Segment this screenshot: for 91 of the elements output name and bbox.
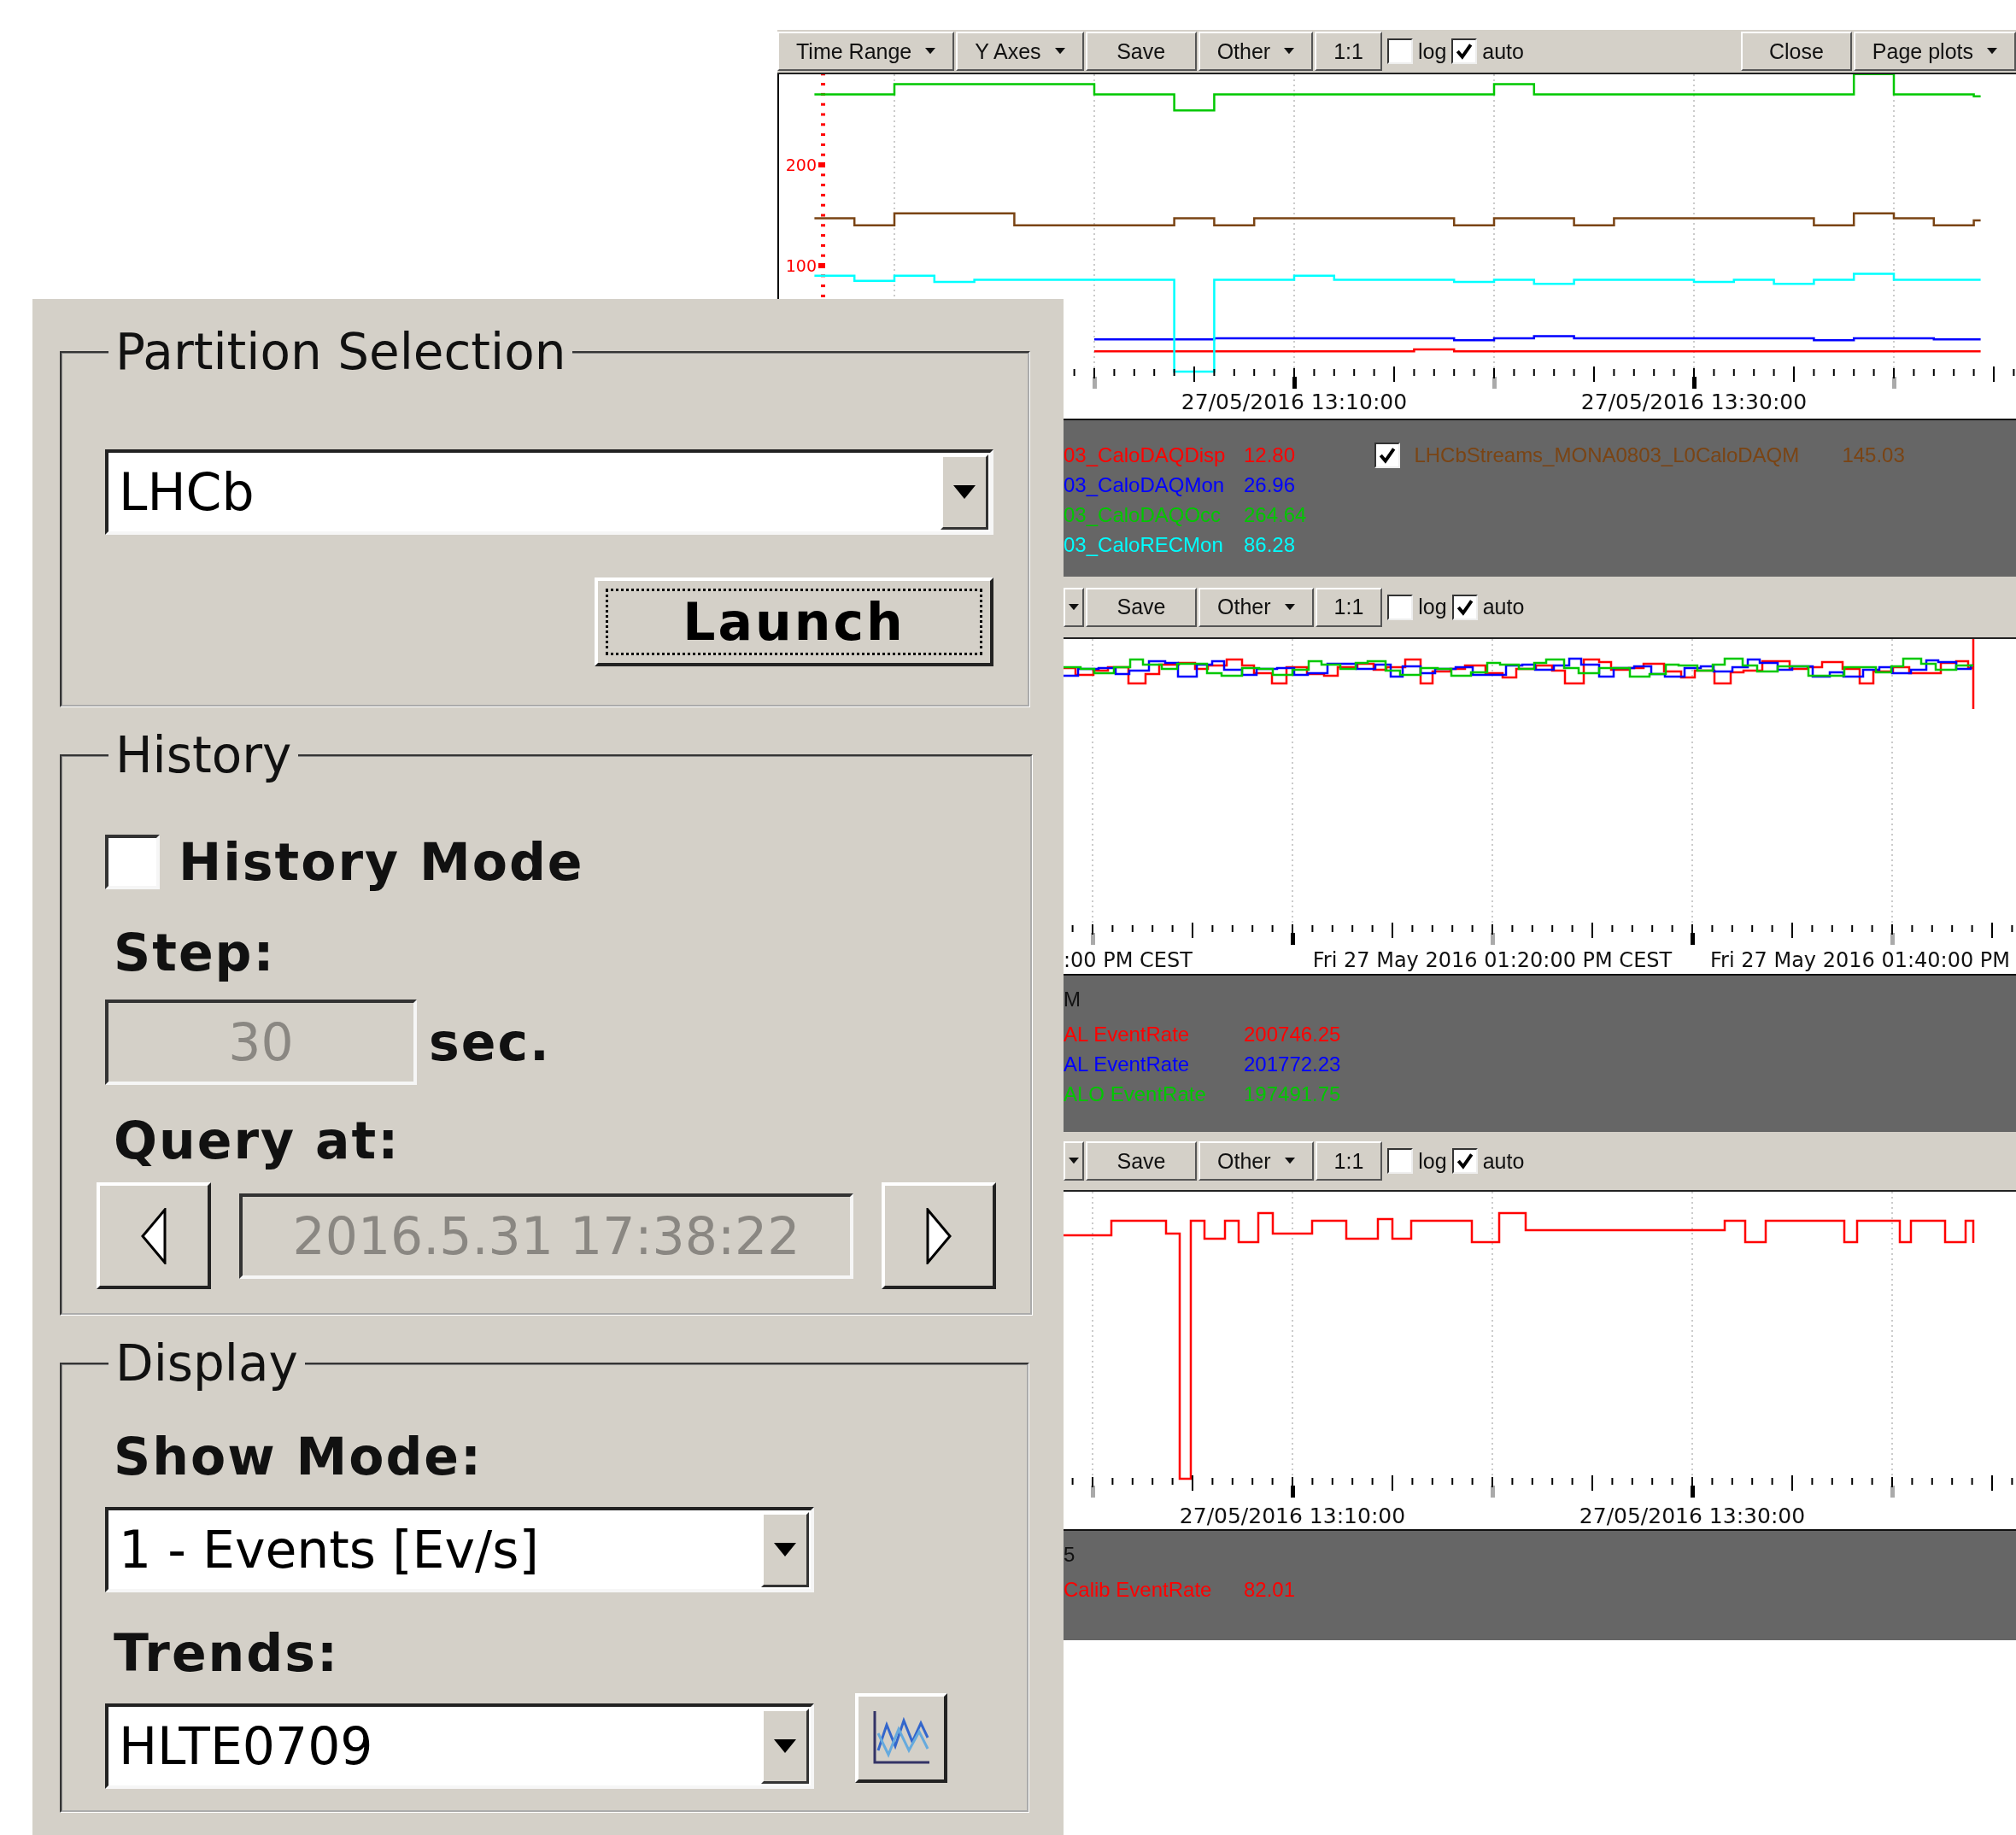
dropdown-button[interactable]: Other	[1198, 32, 1314, 71]
axis-label: 27/05/2016 13:10:00	[1181, 390, 1408, 414]
toolbar-button[interactable]: 1:1	[1315, 587, 1383, 627]
axis-label: Fri 27 May 2016 01:20:00 PM CEST	[1312, 948, 1673, 972]
check-icon	[1455, 1152, 1474, 1170]
axis-label: 200	[785, 155, 817, 174]
dropdown-button[interactable]	[1064, 1141, 1084, 1181]
dropdown-button[interactable]: Other	[1198, 587, 1314, 627]
checkbox[interactable]	[105, 835, 160, 889]
legend-value: 82.01	[1244, 1577, 1296, 1602]
show-mode-dropdown[interactable]: 1 - Events [Ev/s]	[105, 1507, 814, 1592]
partition-dropdown[interactable]: LHCb	[105, 449, 993, 535]
checkbox[interactable]	[1374, 442, 1401, 468]
field-label: Step:	[114, 923, 277, 982]
dropdown-arrow-icon	[953, 485, 976, 499]
legend-name: 03_CaloDAQMon	[1064, 472, 1226, 497]
legend-name: 03_CaloDAQDisp	[1064, 443, 1227, 467]
group-title: Partition Selection	[114, 323, 567, 381]
toolbar-button[interactable]: 1:1	[1315, 32, 1382, 71]
legend-name: 03_CaloDAQOcc	[1064, 502, 1222, 527]
next-button[interactable]	[882, 1182, 996, 1289]
legend-value: 86.28	[1244, 532, 1297, 557]
legend-name: Calib EventRate	[1064, 1577, 1213, 1602]
caret-icon	[1987, 48, 1997, 55]
unit-label: sec.	[429, 1012, 551, 1072]
check-icon	[1378, 445, 1398, 465]
legend-title: 5	[1064, 1543, 1076, 1567]
axis-label: 27/05/2016 13:30:00	[1580, 390, 1808, 414]
dropdown-button[interactable]: Other	[1198, 1141, 1314, 1181]
field-label: Query at:	[114, 1111, 401, 1170]
caret-icon	[925, 48, 936, 55]
legend-title: M	[1064, 988, 1081, 1011]
group-title: Display	[114, 1334, 299, 1392]
axis-label: :00 PM CEST	[1064, 948, 1193, 972]
checkbox[interactable]	[1387, 1148, 1414, 1174]
toolbar-button[interactable]: Save	[1086, 1141, 1197, 1181]
legend-value: 26.96	[1244, 472, 1297, 497]
checkbox-label: log	[1417, 38, 1447, 64]
caret-icon	[1284, 603, 1295, 611]
launch-button[interactable]: Launch	[595, 577, 993, 666]
caret-icon	[1054, 48, 1065, 55]
axis-label: 100	[785, 256, 817, 275]
toolbar-button[interactable]: Save	[1085, 32, 1197, 71]
caret-icon	[1069, 1158, 1079, 1164]
caret-icon	[1284, 48, 1295, 55]
legend-name: LHCbStreams_MONA0803_L0CaloDAQM	[1414, 443, 1801, 467]
legend-value: 197491.75	[1244, 1082, 1341, 1106]
legend-name: AL EventRate	[1064, 1052, 1191, 1076]
legend-name: 03_CaloRECMon	[1064, 532, 1224, 557]
axis-label: 27/05/2016 13:10:00	[1179, 1504, 1406, 1528]
checkbox-label: History Mode	[179, 832, 584, 892]
toolbar-button[interactable]: Close	[1740, 32, 1852, 71]
checkbox[interactable]	[1451, 594, 1478, 620]
caret-icon	[1284, 1158, 1295, 1164]
previous-button[interactable]	[97, 1182, 211, 1289]
dropdown-arrow-icon	[774, 1739, 796, 1753]
dropdown-button[interactable]: Page plots	[1853, 32, 2016, 71]
checkbox-label: auto	[1482, 38, 1524, 64]
field-label: Show Mode:	[114, 1427, 484, 1486]
trends-dropdown[interactable]: HLTE0709	[105, 1703, 814, 1789]
checkbox-label: auto	[1482, 595, 1525, 619]
dropdown-button[interactable]: Time Range	[777, 32, 955, 71]
checkbox-label: log	[1418, 595, 1447, 619]
axis-label: Fri 27 May 2016 01:40:00 PM	[1710, 948, 2010, 972]
group-title: History	[114, 726, 293, 784]
toolbar-button[interactable]: 1:1	[1315, 1141, 1383, 1181]
legend-name: AL EventRate	[1064, 1022, 1191, 1046]
checkbox[interactable]	[1387, 594, 1414, 620]
field-label: Trends:	[114, 1623, 340, 1683]
right-arrow-icon	[926, 1207, 952, 1264]
legend-value: 200746.25	[1244, 1022, 1341, 1046]
check-icon	[1455, 42, 1474, 61]
dropdown-button[interactable]: Y Axes	[956, 32, 1084, 71]
checkbox[interactable]	[1451, 38, 1478, 64]
legend-value: 264.64	[1244, 502, 1307, 527]
chart-button[interactable]	[855, 1692, 947, 1783]
checkbox-label: auto	[1482, 1148, 1525, 1174]
legend-value: 145.03	[1842, 443, 1905, 467]
toolbar-button[interactable]: Save	[1086, 587, 1197, 627]
checkbox[interactable]	[1386, 38, 1413, 64]
checkbox-label: log	[1418, 1148, 1447, 1174]
legend-name: ALO EventRate	[1064, 1082, 1207, 1106]
legend-value: 201772.23	[1244, 1052, 1341, 1076]
legend-value: 12.80	[1244, 443, 1297, 467]
caret-icon	[1069, 603, 1079, 611]
left-arrow-icon	[141, 1207, 167, 1264]
axis-label: 27/05/2016 13:30:00	[1579, 1504, 1806, 1528]
dropdown-button[interactable]	[1064, 587, 1084, 627]
dropdown-arrow-icon	[774, 1543, 796, 1557]
checkbox[interactable]	[1451, 1148, 1478, 1174]
check-icon	[1455, 597, 1474, 617]
